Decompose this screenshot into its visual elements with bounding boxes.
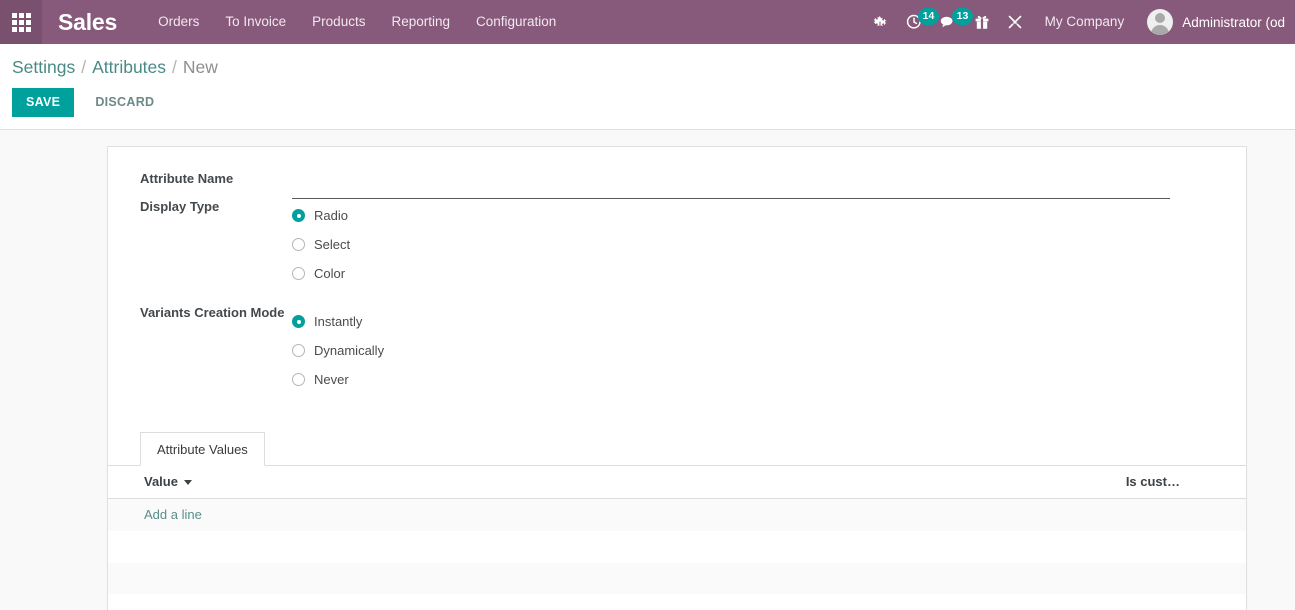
variants-creation-mode-label: Variants Creation Mode <box>140 305 292 394</box>
radio-option-label: Dynamically <box>314 343 384 358</box>
tools-button[interactable] <box>998 0 1032 44</box>
radio-mark-icon <box>292 344 305 357</box>
column-header-value-label: Value <box>144 474 178 489</box>
variants-creation-mode-cell: Instantly Dynamically Never <box>292 305 1216 394</box>
table-head: Value Is cust… <box>108 466 1246 499</box>
add-a-line-row[interactable]: Add a line <box>108 499 1246 532</box>
control-panel: Settings / Attributes / New SAVE DISCARD <box>0 44 1295 130</box>
menu-item-products[interactable]: Products <box>299 0 378 44</box>
radio-mark-icon <box>292 373 305 386</box>
radio-option-label: Radio <box>314 208 348 223</box>
avatar <box>1147 9 1173 35</box>
breadcrumb-item-new: New <box>183 57 218 78</box>
company-switcher[interactable]: My Company <box>1032 0 1138 44</box>
form-grid: Attribute Name Display Type Radio <box>140 171 1216 394</box>
radio-option-color[interactable]: Color <box>292 259 1216 288</box>
table-filler-row <box>108 594 1246 610</box>
radio-option-dynamically[interactable]: Dynamically <box>292 336 1216 365</box>
display-type-label: Display Type <box>140 199 292 288</box>
field-row-display-type: Display Type Radio Select <box>140 199 1216 288</box>
apps-launcher-button[interactable] <box>0 0 42 44</box>
apps-grid-icon <box>12 13 31 32</box>
notebook-tab-bar: Attribute Values <box>108 432 1246 466</box>
breadcrumb-separator: / <box>172 57 177 78</box>
breadcrumb: Settings / Attributes / New <box>0 44 1295 78</box>
activity-clock-button[interactable]: 14 <box>897 0 931 44</box>
display-type-radio-group: Radio Select Color <box>292 199 1216 288</box>
form-action-buttons: SAVE DISCARD <box>0 78 1295 117</box>
menu-item-reporting[interactable]: Reporting <box>378 0 463 44</box>
form-fields-group: Attribute Name Display Type Radio <box>108 171 1246 394</box>
top-navbar: Sales Orders To Invoice Products Reporti… <box>0 0 1295 44</box>
radio-option-radio[interactable]: Radio <box>292 201 1216 230</box>
breadcrumb-item-settings[interactable]: Settings <box>12 57 75 78</box>
radio-option-instantly[interactable]: Instantly <box>292 307 1216 336</box>
radio-option-label: Never <box>314 372 349 387</box>
menu-item-configuration[interactable]: Configuration <box>463 0 569 44</box>
attribute-values-table: Value Is cust… Add a line <box>108 466 1246 610</box>
save-button[interactable]: SAVE <box>12 88 74 117</box>
messages-button[interactable]: 13 <box>931 0 966 44</box>
menu-item-to-invoice[interactable]: To Invoice <box>212 0 299 44</box>
notebook: Attribute Values Value Is cust… Add a li… <box>108 432 1246 610</box>
table-filler-row <box>108 563 1246 594</box>
content-area: Attribute Name Display Type Radio <box>0 130 1295 610</box>
add-a-line-cell: Add a line <box>108 499 1246 532</box>
bug-icon-button[interactable] <box>864 0 897 44</box>
variants-creation-mode-radio-group: Instantly Dynamically Never <box>292 305 1216 394</box>
radio-mark-icon <box>292 209 305 222</box>
radio-option-label: Color <box>314 266 345 281</box>
breadcrumb-separator: / <box>81 57 86 78</box>
app-brand-sales[interactable]: Sales <box>42 0 131 44</box>
bug-icon <box>873 15 888 30</box>
tab-attribute-values[interactable]: Attribute Values <box>140 432 265 466</box>
radio-option-select[interactable]: Select <box>292 230 1216 259</box>
breadcrumb-item-attributes[interactable]: Attributes <box>92 57 166 78</box>
field-row-attribute-name: Attribute Name <box>140 171 1216 199</box>
attribute-name-cell <box>292 171 1216 199</box>
field-row-variants-creation-mode: Variants Creation Mode Instantly Dynamic… <box>140 305 1216 394</box>
add-a-line-link[interactable]: Add a line <box>144 507 202 522</box>
table-header-row: Value Is cust… <box>108 466 1246 499</box>
sort-descending-icon <box>184 480 192 485</box>
field-spacer <box>140 288 1216 305</box>
table-filler-row <box>108 532 1246 563</box>
discard-button[interactable]: DISCARD <box>82 88 167 117</box>
main-menu: Orders To Invoice Products Reporting Con… <box>145 0 569 44</box>
gift-icon <box>975 15 989 30</box>
user-menu[interactable]: Administrator (od <box>1137 0 1295 44</box>
user-name-label: Administrator (od <box>1182 15 1285 30</box>
field-spacer-row <box>140 288 1216 305</box>
display-type-cell: Radio Select Color <box>292 199 1216 288</box>
radio-option-never[interactable]: Never <box>292 365 1216 394</box>
radio-option-label: Instantly <box>314 314 362 329</box>
navbar-right-tools: 14 13 My C <box>864 0 1295 44</box>
radio-mark-icon <box>292 315 305 328</box>
radio-option-label: Select <box>314 237 350 252</box>
gift-button[interactable] <box>966 0 998 44</box>
menu-item-orders[interactable]: Orders <box>145 0 212 44</box>
attribute-name-input[interactable] <box>292 178 1170 199</box>
radio-mark-icon <box>292 267 305 280</box>
form-sheet: Attribute Name Display Type Radio <box>107 146 1247 610</box>
tools-wrench-icon <box>1007 14 1023 30</box>
radio-mark-icon <box>292 238 305 251</box>
column-header-value[interactable]: Value <box>108 466 677 499</box>
column-header-is-custom[interactable]: Is cust… <box>677 466 1246 499</box>
table-body: Add a line <box>108 499 1246 610</box>
attribute-name-label: Attribute Name <box>140 171 292 199</box>
